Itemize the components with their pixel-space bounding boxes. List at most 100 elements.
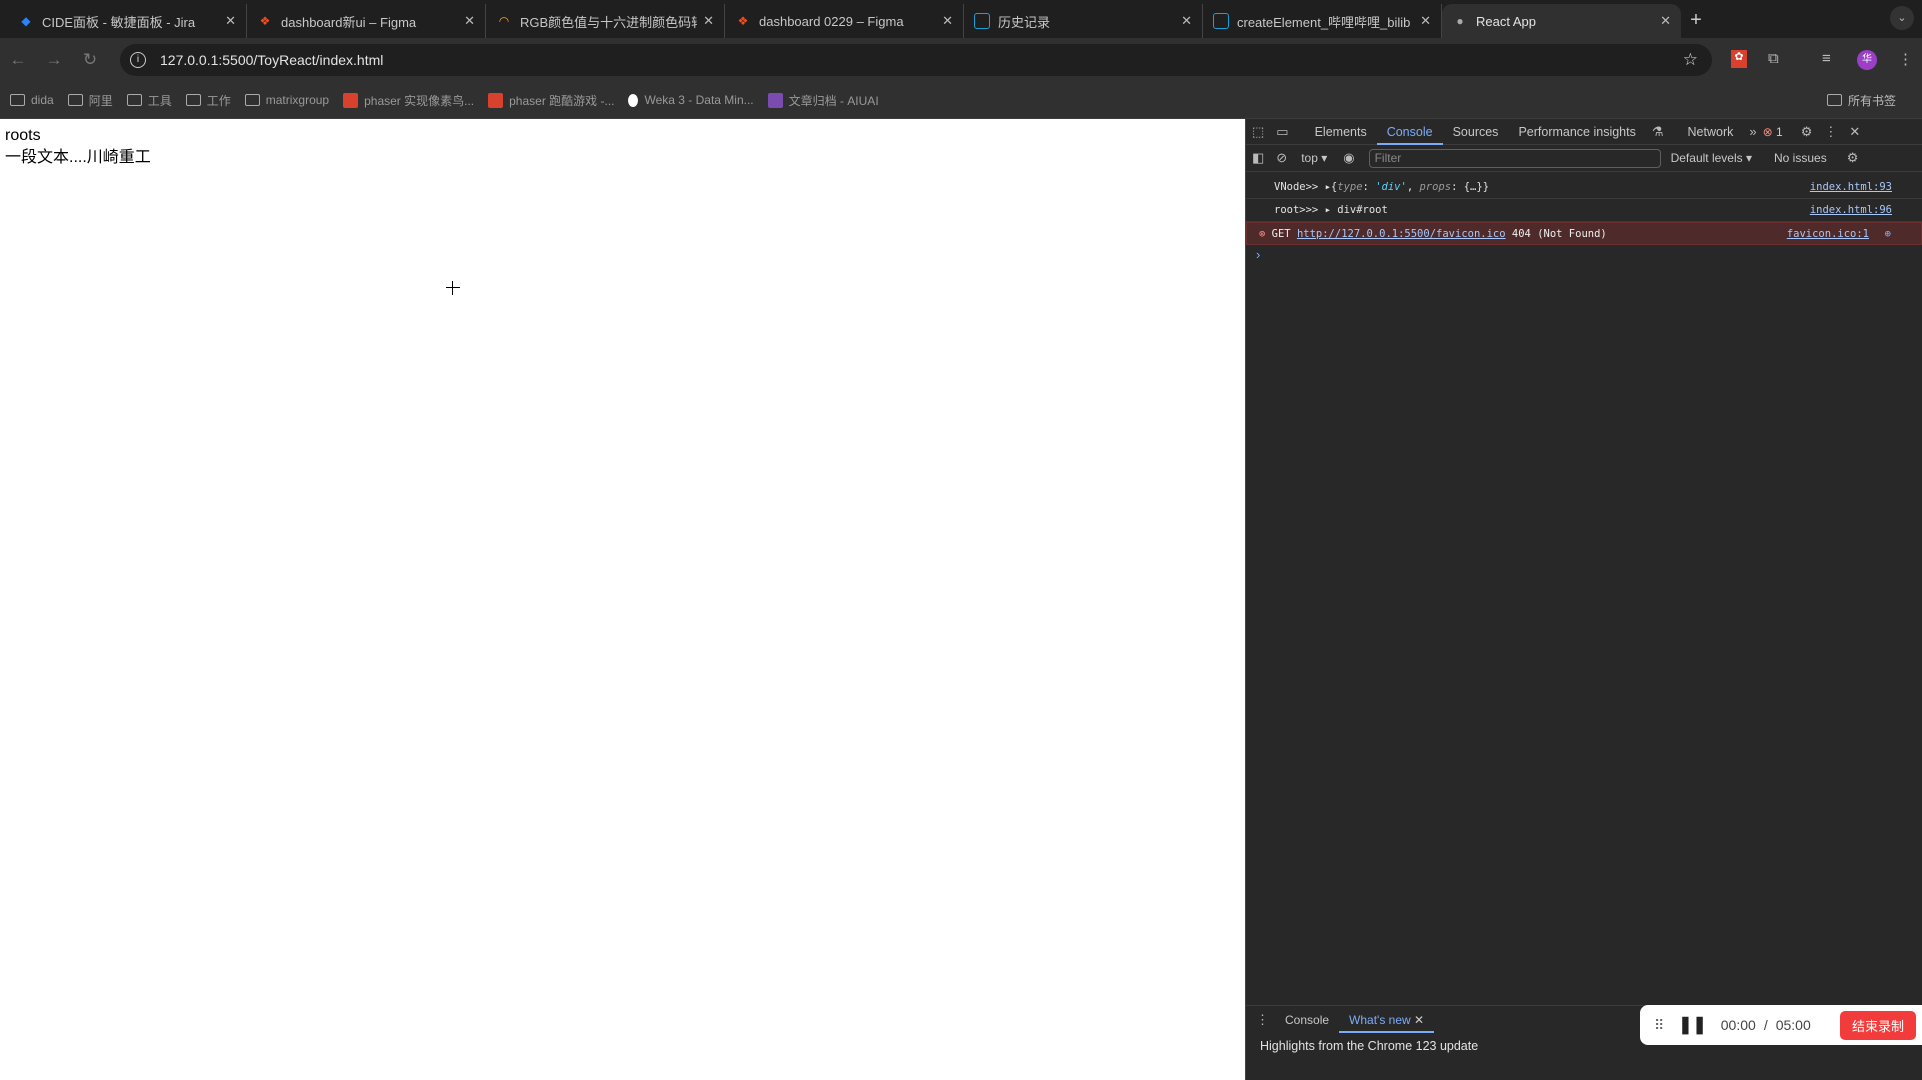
tab-title: dashboard新ui – Figma [281,14,417,30]
tab-sources[interactable]: Sources [1443,119,1509,145]
network-request-icon[interactable]: ⊕ [1885,228,1891,240]
close-tab-icon[interactable]: ✕ [1181,13,1192,29]
inspect-element-icon[interactable]: ⬚ [1246,124,1270,140]
weka-icon [628,93,639,107]
new-tab-button[interactable]: + [1681,4,1711,38]
tab-network[interactable]: Network [1678,119,1744,145]
console-error-row: ⊗ GET http://127.0.0.1:5500/favicon.ico … [1246,222,1922,245]
forward-icon[interactable]: → [36,50,72,70]
filter-input[interactable]: Filter [1368,148,1661,168]
profile-avatar[interactable]: 华 [1857,50,1877,70]
bookmark-link[interactable]: Weka 3 - Data Min... [628,93,754,107]
sidebar-toggle-icon[interactable]: ◧ [1246,150,1270,166]
expand-triangle-icon[interactable]: ▸ [1325,204,1331,216]
drag-handle-icon[interactable]: ⠿ [1654,1017,1664,1034]
console-log-row: root>>> ▸ div#root index.html:96 [1246,199,1922,222]
jira-icon: ◆ [21,14,31,28]
flask-icon: ⚗ [1651,123,1664,139]
browser-tab[interactable]: createElement_哔哩哔哩_bilib ✕ [1203,4,1442,38]
media-control-icon[interactable]: ≡ [1822,50,1831,67]
tab-title: CIDE面板 - 敏捷面板 - Jira [42,14,196,30]
devtools-menu-icon[interactable]: ⋮ [1818,124,1843,140]
tab-search-button[interactable]: ⌄ [1890,6,1914,30]
all-bookmarks[interactable]: 所有书签 [1826,92,1896,109]
close-tab-icon[interactable]: ✕ [225,13,236,29]
pause-icon[interactable]: ❚❚ [1678,1015,1707,1035]
bookmark-link[interactable]: phaser 跑酷游戏 -... [488,92,614,109]
extensions-puzzle-icon[interactable]: ⧉ [1768,50,1779,67]
bookmark-label: 工具 [147,93,172,108]
site-info-icon[interactable]: i [130,52,146,68]
drawer-tab-whats-new[interactable]: What's new ✕ [1339,1007,1435,1033]
browser-tab-active[interactable]: ● React App ✕ [1442,4,1681,38]
roots-text: roots [5,127,41,144]
source-link[interactable]: favicon.ico:1 [1787,228,1869,240]
console-toolbar: ◧ ⊘ top ▾ ◉ Filter Default levels ▾ No i… [1246,145,1922,172]
issues-button[interactable]: No issues [1774,151,1827,165]
device-toolbar-icon[interactable]: ▭ [1270,124,1294,140]
log-levels-dropdown[interactable]: Default levels ▾ [1671,151,1752,165]
tab-console[interactable]: Console [1376,119,1443,145]
folder-icon [67,94,83,106]
close-tab-icon[interactable]: ✕ [703,13,714,29]
body-text: 一段文本....川崎重工 [5,149,151,166]
error-url[interactable]: http://127.0.0.1:5500/favicon.ico [1297,228,1506,240]
context-selector[interactable]: top ▾ [1301,151,1327,165]
levels-label: Default levels [1670,151,1743,165]
bookmark-folder[interactable]: dida [10,93,54,107]
bookmark-label: phaser 跑酷游戏 -... [509,93,615,108]
source-link[interactable]: index.html:93 [1810,181,1892,193]
live-expression-eye-icon[interactable]: ◉ [1337,150,1360,166]
bookmark-folder[interactable]: 阿里 [67,92,113,109]
close-devtools-icon[interactable]: ✕ [1843,124,1866,140]
drawer-menu-icon[interactable]: ⋮ [1250,1012,1275,1028]
bookmark-folder[interactable]: 工作 [185,92,231,109]
bookmark-star-icon[interactable]: ☆ [1683,50,1698,70]
source-link[interactable]: index.html:96 [1810,204,1892,216]
bookmark-folder[interactable]: matrixgroup [244,93,329,107]
settings-gear-icon[interactable]: ⚙ [1795,124,1819,140]
devtools-tabs: ⬚ ▭ Elements Console Sources Performance… [1246,119,1922,145]
browser-tab[interactable]: 历史记录 ✕ [964,4,1203,38]
bookmark-link[interactable]: phaser 实现像素鸟... [343,92,474,109]
bookmark-label: 文章归档 - AIUAI [788,93,879,108]
address-bar[interactable]: i 127.0.0.1:5500/ToyReact/index.html ☆ [120,44,1712,76]
console-prompt[interactable]: › [1246,245,1922,265]
close-icon[interactable]: ✕ [1414,1013,1424,1027]
browser-tab[interactable]: ❖ dashboard 0229 – Figma ✕ [725,4,964,38]
error-icon: ⊗ [1259,227,1266,240]
reload-icon[interactable]: ↻ [72,50,108,70]
crosshair-cursor-icon [446,281,460,295]
close-tab-icon[interactable]: ✕ [1420,13,1431,29]
folder-icon [1826,94,1842,106]
browser-tab[interactable]: ◆ CIDE面板 - 敏捷面板 - Jira ✕ [8,4,247,38]
extension-icon[interactable]: ✿ [1731,50,1747,68]
stop-recording-button[interactable]: 结束录制 [1839,1010,1916,1040]
close-tab-icon[interactable]: ✕ [464,13,475,29]
browser-toolbar: ← → ↻ i 127.0.0.1:5500/ToyReact/index.ht… [0,38,1922,82]
log-label: VNode>> [1274,181,1319,193]
tab-performance-insights[interactable]: Performance insights [1508,119,1645,145]
console-settings-icon[interactable]: ⚙ [1841,150,1865,166]
clear-console-icon[interactable]: ⊘ [1270,150,1293,166]
log-value[interactable]: div#root [1337,204,1388,216]
bookmark-label: phaser 实现像素鸟... [364,93,475,108]
bookmark-folder[interactable]: 工具 [126,92,172,109]
folder-icon [244,94,260,106]
close-tab-icon[interactable]: ✕ [942,13,953,29]
tab-title: dashboard 0229 – Figma [759,13,904,29]
menu-kebab-icon[interactable]: ⋮ [1898,50,1913,68]
drawer-tab-console[interactable]: Console [1275,1007,1339,1033]
expand-triangle-icon[interactable]: ▸ [1325,181,1331,193]
back-icon[interactable]: ← [0,50,36,70]
error-count-badge[interactable]: ⊗ 1 [1763,125,1783,139]
tab-elements[interactable]: Elements [1305,119,1377,145]
close-tab-icon[interactable]: ✕ [1660,13,1671,29]
browser-tab[interactable]: ❖ dashboard新ui – Figma ✕ [247,4,486,38]
folder-icon [185,94,201,106]
bookmark-link[interactable]: 文章归档 - AIUAI [767,92,879,109]
drawer-tab-label: What's new [1349,1012,1411,1027]
bookmarks-bar: dida 阿里 工具 工作 matrixgroup phaser 实现像素鸟..… [0,82,1922,119]
more-tabs-icon[interactable]: » [1743,124,1762,139]
browser-tab[interactable]: ◠ RGB颜色值与十六进制颜色码转 ✕ [486,4,725,38]
